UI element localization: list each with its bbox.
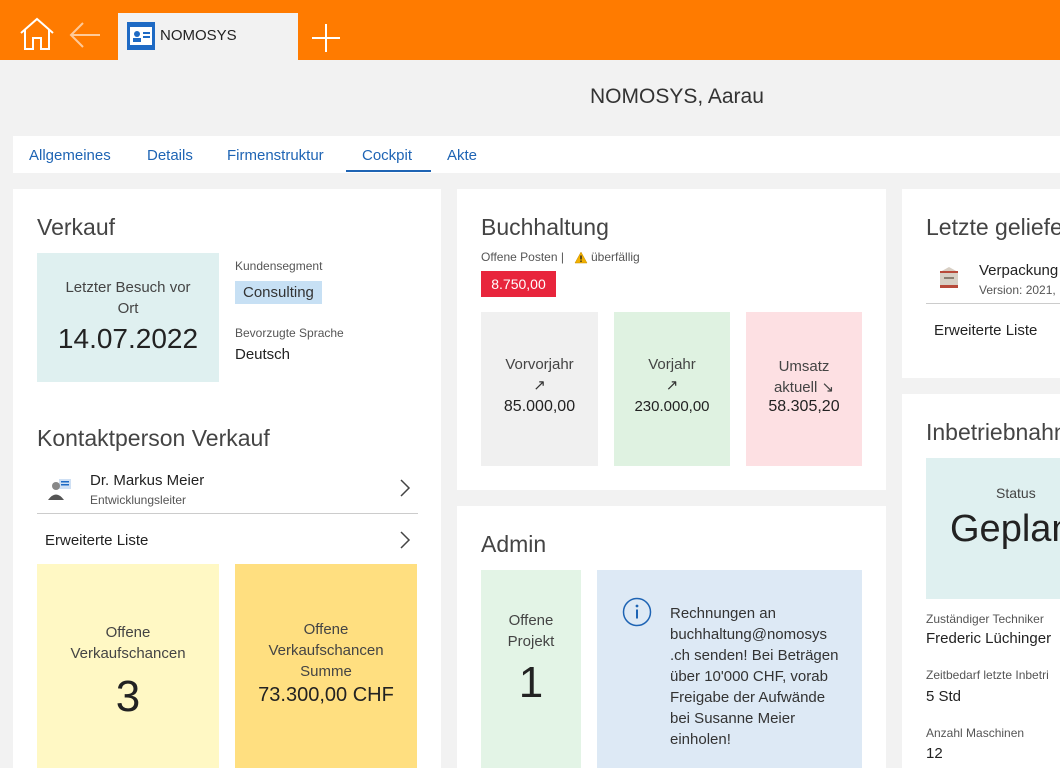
open-items-label: Offene Posten | xyxy=(481,250,564,264)
admin-card: Admin Offene Projekt 1 Rechnungen an buc… xyxy=(457,506,886,768)
open-amount-badge: 8.750,00 xyxy=(481,271,556,297)
info-icon xyxy=(622,597,652,627)
item-version: Version: 2021, xyxy=(979,283,1056,297)
plus-icon[interactable] xyxy=(310,22,342,54)
contact-person-icon xyxy=(48,479,71,500)
open-chances-label: Offene Verkaufschancen xyxy=(70,624,186,662)
extended-list-label: Erweiterte Liste xyxy=(45,532,149,549)
umsatz-tile[interactable]: Umsatz aktuell ↘ 58.305,20 xyxy=(746,312,862,466)
open-chances-tile[interactable]: Offene Verkaufschancen 3 xyxy=(37,564,219,768)
language-value: Deutsch xyxy=(235,346,291,363)
trend-up-icon: ↗ xyxy=(533,377,546,394)
last-visit-label: Letzter Besuch vor Ort xyxy=(65,279,191,317)
segment-badge: Consulting xyxy=(235,281,322,304)
tech-value: Frederic Lüchinger xyxy=(926,630,1052,647)
info-tile: Rechnungen an buchhaltung@nomosys .ch se… xyxy=(597,570,862,768)
contact-row[interactable]: Dr. Markus Meier Entwicklungsleiter xyxy=(37,465,418,513)
buchhaltung-title: Buchhaltung xyxy=(481,214,609,240)
top-bar: NOMOSYS xyxy=(0,0,1060,60)
vorvorjahr-label: Vorvorjahr xyxy=(505,356,574,373)
tab-akte[interactable]: Akte xyxy=(447,147,477,164)
open-chances-value: 3 xyxy=(115,672,141,721)
package-icon xyxy=(940,267,958,288)
item-name[interactable]: Verpackung xyxy=(979,262,1058,279)
umsatz-label: Umsatz aktuell ↘ xyxy=(773,358,835,396)
extended-list-row[interactable]: Erweiterte Liste xyxy=(37,523,418,557)
last-visit-tile: Letzter Besuch vor Ort 14.07.2022 xyxy=(37,253,219,382)
inbetrieb-card: Inbetriebnahn Status Geplan Zuständiger … xyxy=(902,394,1060,768)
chevron-right-icon xyxy=(400,531,411,549)
verkauf-title: Verkauf xyxy=(37,214,115,240)
contact-role: Entwicklungsleiter xyxy=(90,493,187,507)
open-projects-label: Offene Projekt xyxy=(507,612,555,650)
last-visit-date: 14.07.2022 xyxy=(57,323,199,354)
trend-up-icon: ↗ xyxy=(665,377,679,394)
home-icon[interactable] xyxy=(18,16,56,52)
contact-divider xyxy=(37,513,418,514)
admin-title: Admin xyxy=(481,531,547,557)
tab-details[interactable]: Details xyxy=(147,147,193,164)
vorjahr-tile[interactable]: Vorjahr ↗ 230.000,00 xyxy=(614,312,730,466)
letzte-divider xyxy=(926,303,1060,304)
inbetrieb-title: Inbetriebnahn xyxy=(926,419,1060,445)
vorjahr-value: 230.000,00 xyxy=(634,398,710,415)
open-projects-value: 1 xyxy=(518,658,544,707)
machines-value: 12 xyxy=(926,745,943,762)
tab-firmenstruktur[interactable]: Firmenstruktur xyxy=(227,147,324,164)
page-title: NOMOSYS, Aarau xyxy=(590,85,764,108)
open-chances-sum-value: 73.300,00 CHF xyxy=(258,684,394,706)
app-tab[interactable]: NOMOSYS xyxy=(118,13,298,60)
machines-label: Anzahl Maschinen xyxy=(926,726,1025,740)
status-label: Status xyxy=(996,485,1036,501)
contact-title: Kontaktperson Verkauf xyxy=(37,425,270,451)
time-value: 5 Std xyxy=(926,688,962,705)
vorvorjahr-tile[interactable]: Vorvorjahr ↗ 85.000,00 xyxy=(481,312,598,466)
warning-icon xyxy=(574,251,588,264)
open-projects-tile[interactable]: Offene Projekt 1 xyxy=(481,570,581,768)
app-tab-label: NOMOSYS xyxy=(160,27,237,44)
overdue-label: überfällig xyxy=(591,250,640,264)
chevron-right-icon xyxy=(400,479,411,497)
info-text: Rechnungen an buchhaltung@nomosys .ch se… xyxy=(670,605,839,748)
status-value: Geplan xyxy=(950,508,1060,550)
tab-cockpit[interactable]: Cockpit xyxy=(362,147,412,164)
umsatz-value: 58.305,20 xyxy=(768,398,840,415)
tab-allgemeines[interactable]: Allgemeines xyxy=(29,147,111,164)
tech-label: Zuständiger Techniker xyxy=(926,612,1044,626)
language-label: Bevorzugte Sprache xyxy=(235,326,344,340)
trend-down-icon: ↘ xyxy=(821,379,835,396)
letzte-extended-list[interactable]: Erweiterte Liste xyxy=(934,322,1037,339)
letzte-title: Letzte geliefe xyxy=(926,214,1060,240)
open-chances-sum-label: Offene Verkaufschancen Summe xyxy=(268,621,384,680)
back-arrow-icon[interactable] xyxy=(68,20,102,50)
verkauf-card: Verkauf Letzter Besuch vor Ort 14.07.202… xyxy=(13,189,441,768)
tab-bar: Allgemeines Details Firmenstruktur Cockp… xyxy=(13,136,1060,173)
letzte-card: Letzte geliefe Verpackung Version: 2021,… xyxy=(902,189,1060,378)
buchhaltung-card: Buchhaltung Offene Posten | überfällig 8… xyxy=(457,189,886,490)
contact-card-icon xyxy=(127,22,155,50)
vorvorjahr-value: 85.000,00 xyxy=(503,398,576,415)
time-label: Zeitbedarf letzte Inbetri xyxy=(926,668,1049,682)
contact-name: Dr. Markus Meier xyxy=(90,472,205,489)
segment-label: Kundensegment xyxy=(235,259,323,273)
open-chances-sum-tile[interactable]: Offene Verkaufschancen Summe 73.300,00 C… xyxy=(235,564,417,768)
vorjahr-label: Vorjahr xyxy=(648,356,696,373)
active-tab-indicator xyxy=(346,170,431,172)
status-tile: Status Geplan xyxy=(926,458,1060,599)
